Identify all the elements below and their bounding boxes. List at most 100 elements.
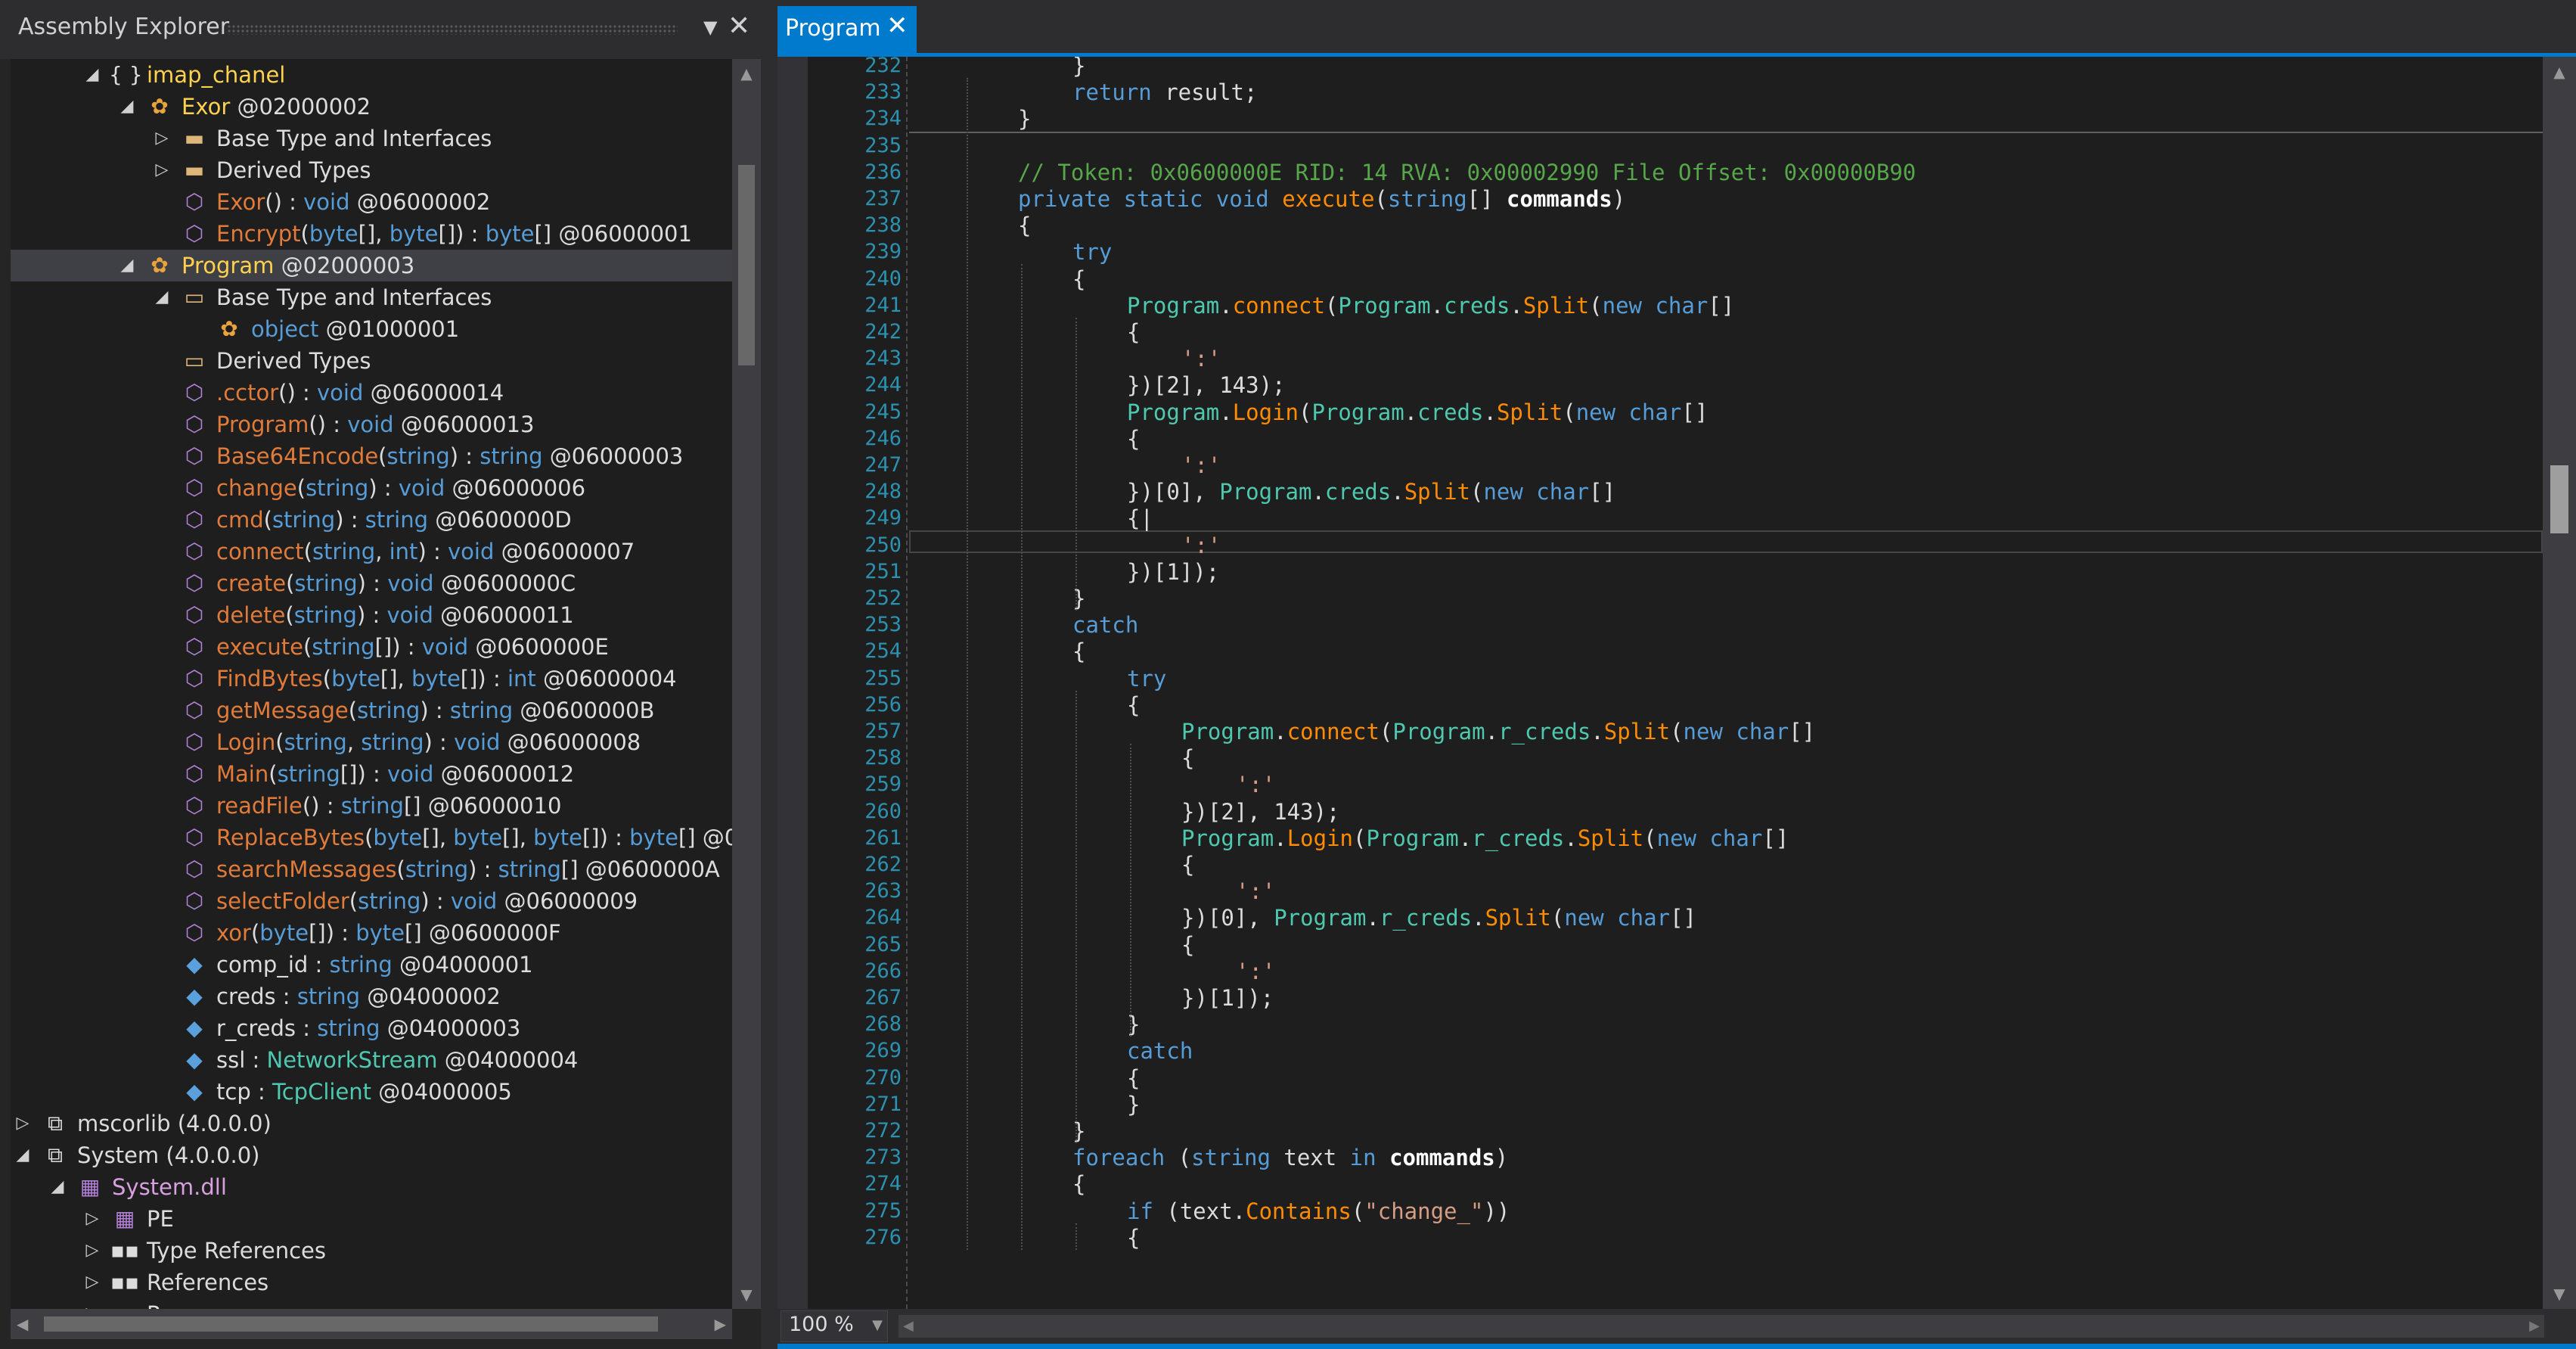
scroll-up-arrow-icon[interactable]: ▲	[732, 59, 761, 88]
expand-arrow-icon[interactable]: ▷	[83, 1298, 101, 1309]
tree-row[interactable]: ⬡ Main(string[]) : void @06000012	[11, 758, 732, 790]
tree-row[interactable]: ◢ ✿ Program @02000003	[11, 250, 732, 281]
expand-arrow-icon[interactable]: ▷	[14, 1108, 32, 1139]
code-line[interactable]: {	[1072, 1170, 1085, 1198]
panel-close-icon[interactable]: ✕	[728, 11, 750, 42]
code-line[interactable]: return result;	[1072, 79, 1257, 106]
code-line[interactable]: if (text.Contains("change_"))	[1127, 1198, 1510, 1225]
collapse-arrow-icon[interactable]: ◢	[118, 250, 136, 281]
scroll-up-arrow-icon[interactable]: ▲	[2543, 57, 2576, 87]
code-line[interactable]: })[0], Program.r_creds.Split(new char[]	[1181, 904, 1696, 931]
code-line[interactable]: Program.Login(Program.creds.Split(new ch…	[1127, 399, 1708, 426]
collapse-arrow-icon[interactable]: ◢	[14, 1139, 32, 1171]
tree-row[interactable]: ▷ ▦ PE	[11, 1203, 732, 1235]
tree-row[interactable]: ◢ ✿ Exor @02000002	[11, 91, 732, 123]
code-line[interactable]: {	[1127, 319, 1140, 346]
scroll-thumb[interactable]	[738, 165, 755, 365]
code-editor[interactable]: 232} 233 return result; 234} 235 236 // Token:…	[777, 57, 2543, 1309]
tree-row[interactable]: ⬡ connect(string, int) : void @06000007	[11, 536, 732, 567]
code-line[interactable]: try	[1072, 238, 1112, 266]
scroll-left-arrow-icon[interactable]: ◀	[903, 1315, 914, 1338]
code-line[interactable]: {	[1127, 692, 1140, 719]
tree-row[interactable]: ⬡ Base64Encode(string) : string @06000003	[11, 440, 732, 472]
scroll-left-arrow-icon[interactable]: ◀	[17, 1309, 28, 1339]
scroll-down-arrow-icon[interactable]: ▼	[732, 1280, 761, 1309]
code-line[interactable]: foreach (string text in commands)	[1072, 1144, 1508, 1171]
zoom-select[interactable]: 100 % ▼	[781, 1310, 888, 1342]
code-line[interactable]: Program.connect(Program.r_creds.Split(ne…	[1181, 718, 1815, 745]
panel-drag-grip[interactable]	[227, 24, 678, 35]
code-line[interactable]: }	[1127, 1011, 1140, 1038]
code-line[interactable]: {	[1018, 212, 1031, 239]
tree-row[interactable]: ⬡ ReplaceBytes(byte[], byte[], byte[]) : …	[11, 822, 732, 853]
chevron-down-icon[interactable]: ▼	[872, 1317, 883, 1333]
tab-program[interactable]: Program ✕	[777, 6, 917, 53]
expand-arrow-icon[interactable]: ▷	[153, 123, 171, 154]
scroll-down-arrow-icon[interactable]: ▼	[2543, 1279, 2576, 1309]
tree-row[interactable]: ◆ ssl : NetworkStream @04000004	[11, 1044, 732, 1076]
tree-row[interactable]: ⬡ delete(string) : void @06000011	[11, 599, 732, 631]
code-line[interactable]: ':'	[1236, 878, 1275, 905]
tree-row[interactable]: ◢ ▦ System.dll	[11, 1171, 732, 1203]
code-line[interactable]: })[2], 143);	[1181, 798, 1340, 825]
code-line[interactable]: {	[1127, 1224, 1140, 1251]
tree-row[interactable]: ⬡ Program() : void @06000013	[11, 409, 732, 440]
code-line[interactable]: {|	[1127, 505, 1153, 532]
tab-close-icon[interactable]: ✕	[886, 11, 908, 41]
tree-row[interactable]: ▷ ▬ R...	[11, 1298, 732, 1309]
tree-row[interactable]: ⬡ readFile() : string[] @06000010	[11, 790, 732, 822]
tree-row[interactable]: ⬡ xor(byte[]) : byte[] @0600000F	[11, 917, 732, 949]
tree-vertical-scrollbar[interactable]: ▲ ▼	[732, 59, 761, 1309]
collapse-arrow-icon[interactable]: ◢	[83, 59, 101, 91]
tree-row[interactable]: ▷ ▬ Derived Types	[11, 154, 732, 186]
tree-horizontal-scrollbar[interactable]: ◀ ▶	[11, 1309, 732, 1339]
collapse-arrow-icon[interactable]: ◢	[48, 1171, 67, 1203]
scroll-right-arrow-icon[interactable]: ▶	[715, 1309, 726, 1339]
editor-vertical-scrollbar[interactable]: ▲ ▼	[2543, 57, 2576, 1309]
code-line[interactable]: {	[1181, 851, 1194, 878]
editor-horizontal-scrollbar[interactable]: ◀ ▶	[898, 1315, 2544, 1338]
code-line[interactable]: Program.connect(Program.creds.Split(new …	[1127, 292, 1734, 319]
tree-row[interactable]: ⬡ change(string) : void @06000006	[11, 472, 732, 504]
collapse-arrow-icon[interactable]: ◢	[118, 91, 136, 123]
expand-arrow-icon[interactable]: ▷	[83, 1235, 101, 1267]
code-line[interactable]: ':'	[1181, 532, 1221, 559]
scroll-right-arrow-icon[interactable]: ▶	[2529, 1315, 2540, 1338]
tree-row[interactable]: ◢ ⧉ System (4.0.0.0)	[11, 1139, 732, 1171]
tree-row[interactable]: ▷ ⧉ mscorlib (4.0.0.0)	[11, 1108, 732, 1139]
tree-row[interactable]: ◆ r_creds : string @04000003	[11, 1012, 732, 1044]
tree-row[interactable]: ◆ tcp : TcpClient @04000005	[11, 1076, 732, 1108]
code-line[interactable]: }	[1018, 105, 1031, 132]
tree-row[interactable]: ⬡ Exor() : void @06000002	[11, 186, 732, 218]
code-line[interactable]: // Token: 0x0600000E RID: 14 RVA: 0x0000…	[1018, 159, 1916, 186]
code-line[interactable]: {	[1072, 638, 1085, 665]
code-line[interactable]: }	[1127, 1091, 1140, 1118]
code-line[interactable]: ':'	[1181, 452, 1221, 479]
collapse-arrow-icon[interactable]: ◢	[153, 281, 171, 313]
scroll-thumb[interactable]	[44, 1316, 658, 1332]
code-line[interactable]: })[2], 143);	[1127, 371, 1286, 399]
code-line[interactable]: ':'	[1236, 958, 1275, 985]
code-line[interactable]: {	[1127, 1065, 1140, 1092]
tree-row[interactable]: ⬡ create(string) : void @0600000C	[11, 567, 732, 599]
tree-row[interactable]: ⬡ selectFolder(string) : void @06000009	[11, 885, 732, 917]
code-line[interactable]: {	[1072, 266, 1085, 293]
tree-row[interactable]: ⬡ cmd(string) : string @0600000D	[11, 504, 732, 536]
code-line[interactable]: Program.Login(Program.r_creds.Split(new …	[1181, 825, 1789, 852]
code-line[interactable]: }	[1072, 57, 1085, 79]
code-line[interactable]: try	[1127, 665, 1166, 692]
tree-row[interactable]: ▷ ▪▪ References	[11, 1267, 732, 1298]
code-line[interactable]: ':'	[1236, 771, 1275, 798]
code-line[interactable]: })[1]);	[1181, 984, 1274, 1012]
expand-arrow-icon[interactable]: ▷	[83, 1267, 101, 1298]
tree-row[interactable]: ⬡ Login(string, string) : void @06000008	[11, 726, 732, 758]
tree-row[interactable]: ⬡ execute(string[]) : void @0600000E	[11, 631, 732, 663]
code-line[interactable]: catch	[1127, 1037, 1193, 1065]
code-line[interactable]: {	[1181, 744, 1194, 772]
code-line[interactable]: {	[1181, 931, 1194, 959]
code-line[interactable]: private static void execute(string[] com…	[1018, 185, 1625, 213]
tree-row[interactable]: ◢ ▭ Base Type and Interfaces	[11, 281, 732, 313]
code-line[interactable]: }	[1072, 1117, 1085, 1145]
scroll-thumb[interactable]	[2550, 465, 2568, 533]
tree-row[interactable]: ⬡ searchMessages(string) : string[] @0600…	[11, 853, 732, 885]
